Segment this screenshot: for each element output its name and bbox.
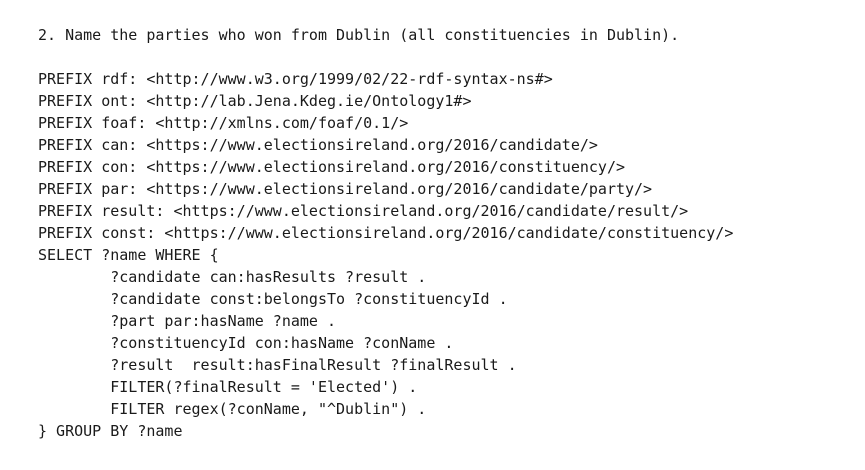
query-line-select: SELECT ?name WHERE { bbox=[38, 246, 219, 264]
query-line-prefix-rdf: PREFIX rdf: <http://www.w3.org/1999/02/2… bbox=[38, 70, 553, 88]
query-line-filter-elected: FILTER(?finalResult = 'Elected') . bbox=[38, 378, 418, 396]
question-text: 2. Name the parties who won from Dublin … bbox=[38, 26, 680, 44]
sparql-query: PREFIX rdf: <http://www.w3.org/1999/02/2… bbox=[38, 68, 858, 442]
query-line-prefix-result: PREFIX result: <https://www.electionsire… bbox=[38, 202, 689, 220]
query-line-prefix-par: PREFIX par: <https://www.electionsirelan… bbox=[38, 180, 653, 198]
query-line-triple-results: ?candidate can:hasResults ?result . bbox=[38, 268, 427, 286]
query-line-prefix-ont: PREFIX ont: <http://lab.Jena.Kdeg.ie/Ont… bbox=[38, 92, 472, 110]
query-line-prefix-can: PREFIX can: <https://www.electionsirelan… bbox=[38, 136, 598, 154]
document: 2. Name the parties who won from Dublin … bbox=[38, 24, 858, 442]
query-line-triple-con-name: ?constituencyId con:hasName ?conName . bbox=[38, 334, 454, 352]
query-line-triple-belongs-to: ?candidate const:belongsTo ?constituency… bbox=[38, 290, 508, 308]
query-line-prefix-const: PREFIX const: <https://www.electionsirel… bbox=[38, 224, 734, 242]
query-line-prefix-foaf: PREFIX foaf: <http://xmlns.com/foaf/0.1/… bbox=[38, 114, 409, 132]
query-line-triple-party-name: ?part par:hasName ?name . bbox=[38, 312, 337, 330]
query-line-triple-final-result: ?result result:hasFinalResult ?finalResu… bbox=[38, 356, 517, 374]
query-line-prefix-con: PREFIX con: <https://www.electionsirelan… bbox=[38, 158, 625, 176]
query-line-filter-regex: FILTER regex(?conName, "^Dublin") . bbox=[38, 400, 427, 418]
query-line-group-by: } GROUP BY ?name bbox=[38, 422, 183, 440]
